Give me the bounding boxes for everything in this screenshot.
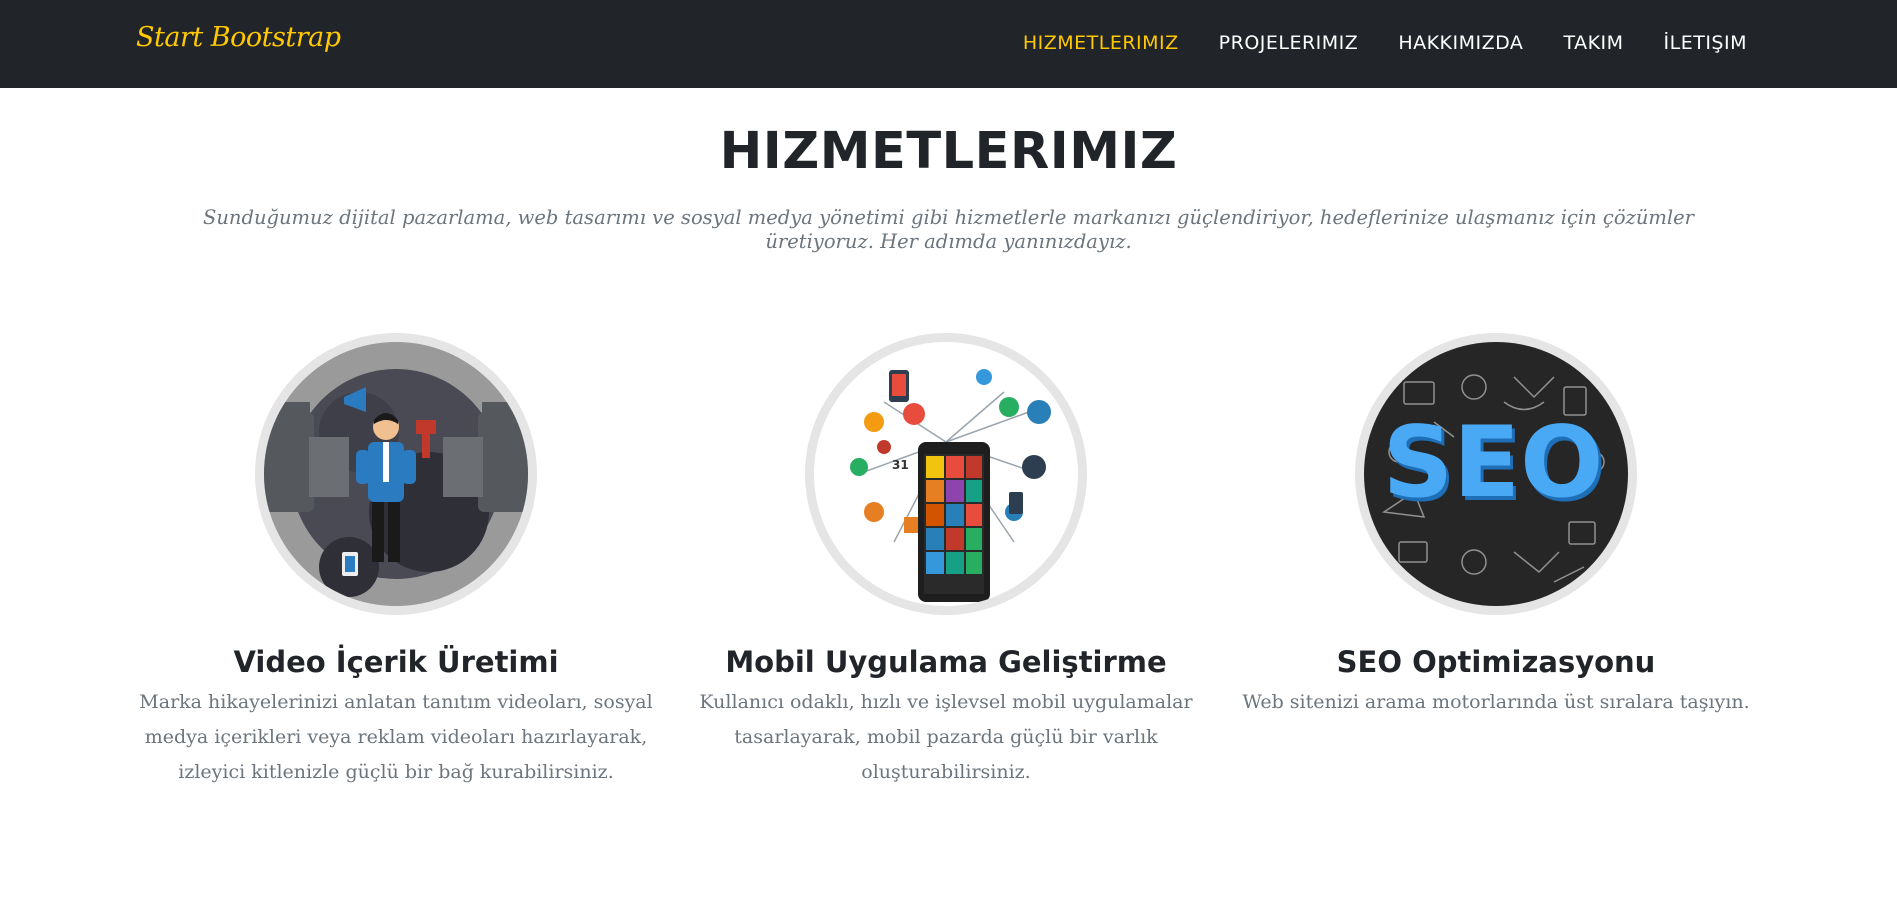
mobile-app-illustration: 31 bbox=[814, 342, 1078, 606]
video-production-illustration bbox=[264, 342, 528, 606]
seo-illustration: SEO SEO bbox=[1364, 342, 1628, 606]
nav-link-hizmetlerimiz[interactable]: HIZMETLERIMIZ bbox=[1023, 32, 1179, 54]
service-title: Video İçerik Üretimi bbox=[233, 645, 559, 679]
service-text: Web sitenizi arama motorlarında üst sıra… bbox=[1242, 691, 1750, 713]
service-card-seo: SEO SEO SEO Optimizasyonu Web sitenizi a… bbox=[1226, 333, 1766, 720]
service-image-mobile: 31 bbox=[805, 333, 1087, 615]
service-image-seo: SEO SEO bbox=[1355, 333, 1637, 615]
nav-link-hakkimizda[interactable]: HAKKIMIZDA bbox=[1398, 32, 1523, 54]
nav-link-projelerimiz[interactable]: PROJELERIMIZ bbox=[1219, 32, 1359, 54]
service-card-mobile: 31 Mobil Uygulama Geliştirme Kullanıcı o… bbox=[676, 333, 1216, 790]
service-text: Kullanıcı odaklı, hızlı ve işlevsel mobi… bbox=[699, 691, 1193, 783]
section-subheading: Sunduğumuz dijital pazarlama, web tasarı… bbox=[203, 206, 1694, 253]
section-heading: HIZMETLERIMIZ bbox=[719, 122, 1178, 181]
calendar-label: 31 bbox=[892, 458, 909, 472]
navbar: Start Bootstrap HIZMETLERIMIZ PROJELERIM… bbox=[0, 0, 1897, 88]
nav-links: HIZMETLERIMIZ PROJELERIMIZ HAKKIMIZDA TA… bbox=[983, 32, 1747, 54]
seo-text: SEO bbox=[1383, 406, 1604, 520]
service-card-video: Video İçerik Üretimi Marka hikayeleriniz… bbox=[126, 333, 666, 790]
nav-link-iletisim[interactable]: İLETIŞIM bbox=[1664, 32, 1747, 54]
nav-link-takim[interactable]: TAKIM bbox=[1563, 32, 1623, 54]
service-title: SEO Optimizasyonu bbox=[1336, 645, 1656, 679]
service-title: Mobil Uygulama Geliştirme bbox=[725, 645, 1167, 679]
service-text: Marka hikayelerinizi anlatan tanıtım vid… bbox=[139, 691, 653, 783]
service-image-video bbox=[255, 333, 537, 615]
brand-logo[interactable]: Start Bootstrap bbox=[136, 22, 341, 53]
